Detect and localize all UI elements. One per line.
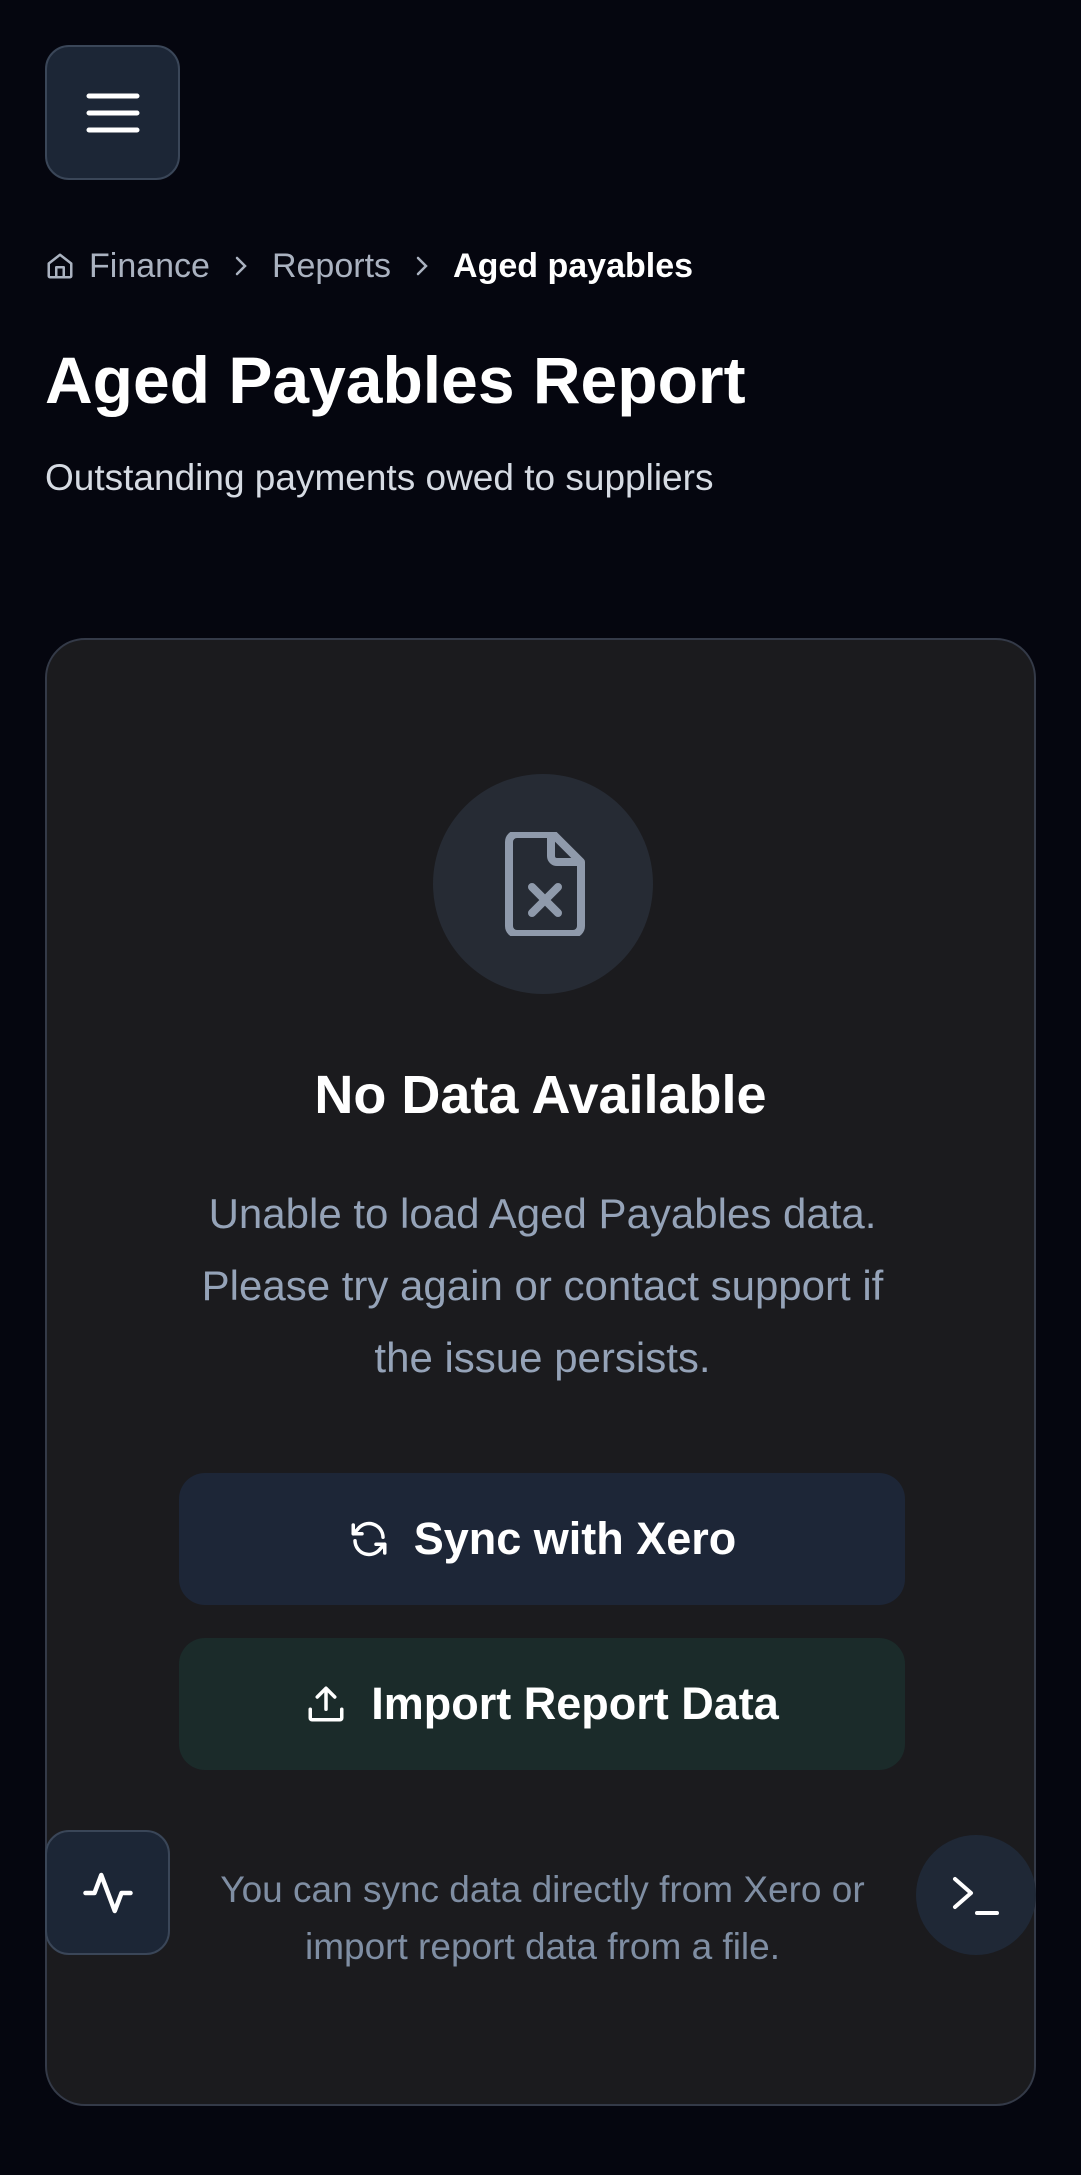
chevron-right-icon bbox=[413, 255, 431, 277]
activity-button[interactable] bbox=[45, 1830, 170, 1955]
home-icon bbox=[47, 253, 73, 279]
empty-state-icon-circle bbox=[433, 774, 653, 994]
page-title: Aged Payables Report bbox=[45, 343, 746, 417]
breadcrumb-item-current: Aged payables bbox=[453, 247, 693, 286]
breadcrumb-item-finance[interactable]: Finance bbox=[45, 247, 210, 286]
breadcrumb: Finance Reports Aged payables bbox=[45, 240, 693, 292]
empty-state-title: No Data Available bbox=[314, 1065, 767, 1125]
breadcrumb-item-reports[interactable]: Reports bbox=[272, 247, 391, 286]
page-subtitle: Outstanding payments owed to suppliers bbox=[45, 457, 714, 498]
breadcrumb-label: Aged payables bbox=[453, 246, 694, 285]
empty-state-hint: You can sync data directly from Xero or … bbox=[220, 1869, 865, 1967]
refresh-icon bbox=[348, 1518, 390, 1560]
file-x-icon bbox=[505, 832, 585, 936]
import-button-label: Import Report Data bbox=[371, 1678, 779, 1729]
terminal-button[interactable] bbox=[916, 1835, 1036, 1955]
breadcrumb-label: Finance bbox=[89, 246, 210, 285]
breadcrumb-label: Reports bbox=[271, 246, 392, 285]
sync-button-label: Sync with Xero bbox=[413, 1513, 737, 1564]
upload-icon bbox=[305, 1683, 347, 1725]
sync-with-xero-button[interactable]: Sync with Xero bbox=[179, 1473, 905, 1605]
page: Finance Reports Aged payables Aged Payab… bbox=[0, 0, 1081, 2175]
menu-button[interactable] bbox=[45, 45, 180, 180]
activity-icon bbox=[82, 1872, 133, 1913]
empty-state-description: Unable to load Aged Payables data. Pleas… bbox=[201, 1190, 884, 1381]
empty-state-card: No Data Available Unable to load Aged Pa… bbox=[45, 638, 1036, 2106]
terminal-icon bbox=[953, 1877, 999, 1915]
chevron-right-icon bbox=[232, 255, 250, 277]
import-report-data-button[interactable]: Import Report Data bbox=[179, 1638, 905, 1770]
hamburger-menu-icon bbox=[86, 93, 139, 132]
